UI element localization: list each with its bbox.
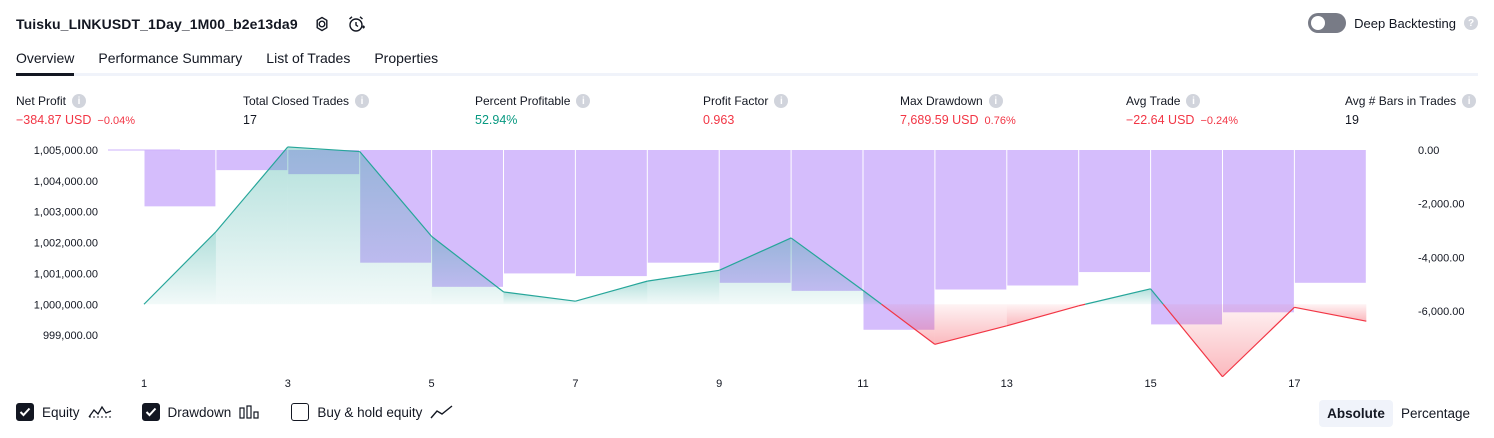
equity-line-icon: [88, 405, 112, 419]
y-axis-tick-label: 1,001,000.00: [34, 268, 98, 280]
legend-drawdown-label: Drawdown: [167, 404, 232, 420]
y2-axis-tick-label: -4,000.00: [1418, 252, 1464, 264]
y-axis-tick-label: 1,004,000.00: [34, 176, 98, 188]
y-axis-tick-label: 1,002,000.00: [34, 238, 98, 250]
percentage-button[interactable]: Percentage: [1393, 400, 1478, 427]
info-icon[interactable]: i: [355, 94, 370, 108]
drawdown-bar: [647, 150, 719, 263]
y-axis-tick-label: 1,003,000.00: [34, 207, 98, 219]
metric-value: 17: [243, 113, 257, 127]
x-axis-tick-label: 17: [1288, 378, 1300, 390]
metric-label: Profit Factor: [703, 94, 769, 108]
x-axis-tick-label: 5: [429, 378, 435, 390]
metric-label: Avg # Bars in Trades: [1345, 94, 1457, 108]
report-tabs: Overview Performance Summary List of Tra…: [16, 48, 1478, 76]
metric-label: Max Drawdown: [900, 94, 983, 108]
y2-axis-tick-label: 0.00: [1418, 145, 1439, 157]
value-mode-switch: Absolute Percentage: [1319, 400, 1478, 427]
metric-total-closed-trades: Total Closed Trades i 17: [243, 94, 370, 127]
gear-icon[interactable]: [312, 14, 332, 34]
legend-buy-hold[interactable]: Buy & hold equity: [291, 403, 454, 421]
x-axis-tick-label: 1: [141, 378, 147, 390]
info-icon[interactable]: i: [1462, 94, 1477, 108]
info-icon[interactable]: i: [988, 94, 1003, 108]
tab-performance-summary[interactable]: Performance Summary: [98, 48, 242, 73]
x-axis-tick-label: 15: [1144, 378, 1156, 390]
drawdown-bar: [1007, 150, 1079, 286]
drawdown-bars-icon: [239, 405, 261, 419]
metric-value: 0.963: [703, 113, 735, 127]
y-axis-tick-label: 999,000.00: [43, 330, 98, 342]
equity-area-positive: [287, 146, 360, 305]
y2-axis-tick-label: -2,000.00: [1418, 199, 1464, 211]
info-icon[interactable]: i: [774, 94, 789, 108]
metric-label: Total Closed Trades: [243, 94, 350, 108]
report-header: Tuisku_LINKUSDT_1Day_1M00_b2e13da9: [16, 12, 366, 36]
legend-equity[interactable]: Equity: [16, 403, 112, 421]
metric-avg-bars-in-trades: Avg # Bars in Trades i 19: [1345, 94, 1477, 127]
deep-backtesting-control: Deep Backtesting ?: [1308, 13, 1478, 33]
drawdown-checkbox[interactable]: [141, 403, 160, 421]
metric-value: −22.64 USD: [1126, 113, 1195, 127]
equity-area-negative: [934, 304, 1007, 345]
metric-percent: −0.24%: [1200, 115, 1239, 127]
metric-max-drawdown: Max Drawdown i 7,689.59 USD 0.76%: [900, 94, 1016, 127]
metric-percent: 0.76%: [984, 115, 1016, 127]
info-icon[interactable]: i: [72, 94, 87, 108]
drawdown-bar: [504, 150, 575, 274]
legend-buy-hold-label: Buy & hold equity: [317, 404, 423, 420]
metric-profit-factor: Profit Factor i 0.963: [703, 94, 789, 127]
legend-drawdown[interactable]: Drawdown: [141, 403, 262, 421]
metric-value: −384.87 USD: [16, 113, 92, 127]
y-axis-tick-label: 1,000,000.00: [34, 299, 98, 311]
x-axis-tick-label: 7: [572, 378, 578, 390]
drawdown-bar: [1223, 150, 1294, 313]
absolute-button[interactable]: Absolute: [1319, 400, 1393, 427]
equity-area-positive: [215, 146, 288, 305]
metric-net-profit: Net Profit i −384.87 USD −0.04%: [16, 94, 135, 127]
drawdown-bar: [575, 150, 647, 277]
x-axis-tick-label: 13: [1001, 378, 1013, 390]
metric-value: 19: [1345, 113, 1359, 127]
buy-hold-line-icon: [430, 405, 454, 419]
tab-overview[interactable]: Overview: [16, 48, 75, 76]
info-icon[interactable]: i: [576, 94, 591, 108]
deep-backtesting-toggle[interactable]: [1308, 13, 1347, 33]
equity-checkbox[interactable]: [16, 403, 34, 421]
x-axis-tick-label: 11: [857, 378, 868, 390]
metric-label: Percent Profitable: [475, 94, 571, 108]
metric-label: Avg Trade: [1126, 94, 1181, 108]
add-alert-icon[interactable]: [346, 14, 366, 34]
help-icon[interactable]: ?: [1464, 16, 1478, 30]
y-axis-tick-label: 1,005,000.00: [34, 145, 98, 157]
tab-properties[interactable]: Properties: [374, 48, 438, 73]
buy-hold-checkbox[interactable]: [291, 403, 310, 421]
strategy-title: Tuisku_LINKUSDT_1Day_1M00_b2e13da9: [16, 16, 298, 32]
metric-avg-trade: Avg Trade i −22.64 USD −0.24%: [1126, 94, 1238, 127]
metric-value: 7,689.59 USD: [900, 113, 979, 127]
drawdown-bar: [935, 150, 1007, 290]
drawdown-bar: [1079, 150, 1151, 273]
tab-list-of-trades[interactable]: List of Trades: [266, 48, 350, 73]
x-axis-tick-label: 9: [716, 378, 722, 390]
metric-label: Net Profit: [16, 94, 67, 108]
drawdown-bar: [144, 150, 216, 207]
drawdown-bar: [1294, 150, 1366, 283]
deep-backtesting-label: Deep Backtesting: [1354, 15, 1456, 31]
y2-axis-tick-label: -6,000.00: [1418, 306, 1464, 318]
info-icon[interactable]: i: [1186, 94, 1201, 108]
metric-value: 52.94%: [475, 113, 518, 127]
metric-percent-profitable: Percent Profitable i 52.94%: [475, 94, 591, 127]
toggle-knob: [1311, 16, 1326, 30]
drawdown-bar: [1151, 150, 1222, 325]
legend-equity-label: Equity: [42, 404, 80, 420]
x-axis-tick-label: 3: [285, 378, 291, 390]
metric-percent: −0.04%: [97, 115, 136, 127]
chart-legend: Equity Drawdown Buy & hold equity: [16, 403, 484, 421]
equity-drawdown-chart[interactable]: 1,005,000.00 1,004,000.00 1,003,000.00 1,00…: [0, 140, 1494, 395]
